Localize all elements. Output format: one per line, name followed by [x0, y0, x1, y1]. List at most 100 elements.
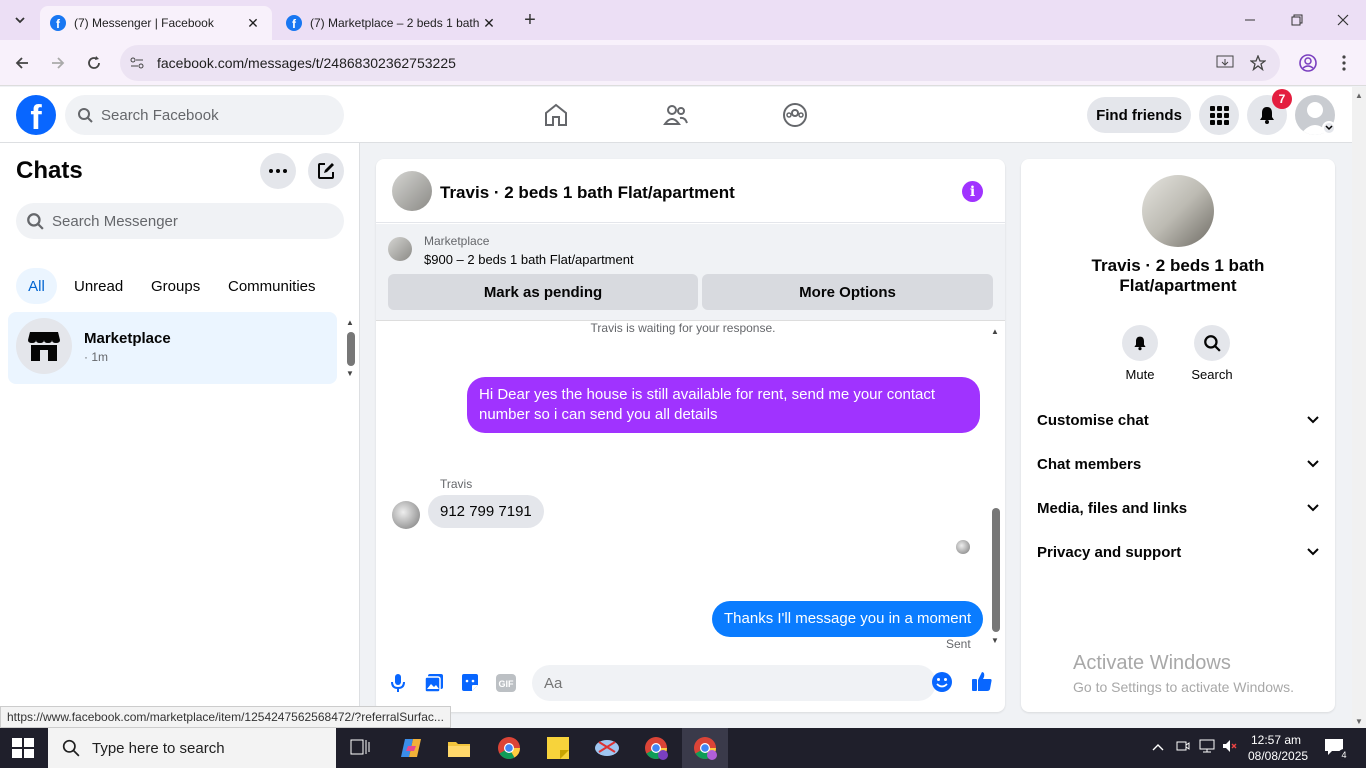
groups-icon[interactable]	[781, 101, 809, 129]
facebook-logo-icon[interactable]: f	[16, 95, 56, 135]
privacy-support-accordion[interactable]: Privacy and support	[1037, 530, 1319, 574]
restore-window-icon[interactable]	[1285, 8, 1309, 32]
filter-groups[interactable]: Groups	[141, 268, 210, 304]
photo-gallery-icon[interactable]	[422, 671, 446, 695]
mute-action[interactable]: Mute	[1110, 325, 1170, 382]
home-icon[interactable]	[542, 101, 570, 129]
message-bubble-outgoing[interactable]: Thanks I'll message you in a moment	[712, 601, 984, 637]
volume-muted-icon[interactable]	[1222, 739, 1238, 756]
conversation-title[interactable]: Travis · 2 beds 1 bath Flat/apartment	[440, 183, 735, 203]
url-bar[interactable]: facebook.com/messages/t/2486830236275322…	[120, 45, 1280, 81]
chevron-down-icon	[1307, 504, 1319, 512]
messenger-search-input[interactable]: Search Messenger	[16, 203, 344, 239]
listing-price-title[interactable]: $900 – 2 beds 1 bath Flat/apartment	[424, 252, 634, 267]
system-clock[interactable]: 12:57 am 08/08/2025	[1248, 732, 1309, 764]
chat-members-accordion[interactable]: Chat members	[1037, 442, 1319, 486]
sticker-icon[interactable]	[458, 671, 482, 695]
install-app-icon[interactable]	[1214, 52, 1236, 74]
reload-icon[interactable]	[83, 52, 105, 74]
browser-tab-bar: f (7) Messenger | Facebook ✕ f (7) Marke…	[0, 0, 1366, 40]
message-bubble-incoming[interactable]: 912 799 7191	[428, 495, 544, 528]
tab-title: (7) Messenger | Facebook	[74, 16, 214, 30]
copilot-icon[interactable]	[397, 734, 425, 762]
search-icon	[27, 213, 44, 230]
facebook-search-placeholder: Search Facebook	[101, 106, 219, 124]
mark-as-pending-button[interactable]: Mark as pending	[388, 274, 698, 310]
taskbar-search-box[interactable]: Type here to search	[48, 728, 336, 768]
mute-bell-icon	[1122, 325, 1158, 361]
show-hidden-icons-chevron-up-icon[interactable]	[1152, 739, 1164, 754]
facebook-search-input[interactable]: Search Facebook	[65, 95, 344, 135]
windows-taskbar: Type here to search 12:57 am 08/08/2025	[0, 728, 1366, 768]
page-scrollbar[interactable]: ▲ ▼	[1352, 87, 1366, 728]
meet-now-icon[interactable]	[1176, 739, 1190, 756]
browser-menu-icon[interactable]	[1333, 52, 1355, 74]
emoji-icon[interactable]	[930, 670, 954, 694]
facebook-favicon-icon: f	[50, 15, 66, 31]
tab-search-icon[interactable]	[8, 8, 32, 32]
chrome-profile-icon[interactable]	[642, 734, 670, 762]
sticky-notes-icon[interactable]	[544, 734, 572, 762]
account-chevron-down-icon[interactable]	[1322, 121, 1336, 135]
gif-icon[interactable]: GIF	[494, 671, 518, 695]
microphone-icon[interactable]	[386, 671, 410, 695]
friends-icon[interactable]	[662, 101, 690, 129]
conversation-info-icon[interactable]: i	[962, 181, 983, 202]
message-input[interactable]	[532, 665, 936, 701]
profile-icon[interactable]	[1297, 52, 1319, 74]
new-tab-icon[interactable]: +	[518, 8, 542, 32]
forward-arrow-icon[interactable]	[47, 52, 69, 74]
sender-avatar[interactable]	[392, 501, 420, 529]
url-text: facebook.com/messages/t/2486830236275322…	[157, 55, 456, 71]
minimize-window-icon[interactable]	[1238, 8, 1262, 32]
conversation-avatar[interactable]	[392, 171, 432, 211]
search-in-conversation-action[interactable]: Search	[1182, 325, 1242, 382]
chat-options-ellipsis-icon[interactable]	[260, 153, 296, 189]
clock-date: 08/08/2025	[1248, 749, 1309, 763]
chrome-icon[interactable]	[495, 734, 523, 762]
listing-thumbnail[interactable]	[388, 237, 412, 261]
thumbs-up-like-icon[interactable]	[970, 669, 994, 693]
file-explorer-icon[interactable]	[445, 734, 473, 762]
windows-start-icon[interactable]	[12, 738, 34, 758]
find-friends-button[interactable]: Find friends	[1087, 97, 1191, 133]
read-receipt-avatar	[956, 540, 970, 554]
clock-time: 12:57 am	[1250, 733, 1302, 747]
chat-list-scrollbar[interactable]: ▲ ▼	[346, 318, 355, 378]
chat-list-item[interactable]: Marketplace · 1m	[8, 312, 337, 384]
conversation-panel: Travis · 2 beds 1 bath Flat/apartment i …	[376, 159, 1005, 712]
conversation-details-panel: Travis · 2 beds 1 bath Flat/apartment Mu…	[1021, 159, 1335, 712]
more-options-button[interactable]: More Options	[702, 274, 993, 310]
conversation-scrollbar[interactable]: ▲ ▼	[991, 327, 1001, 645]
chrome-active-icon[interactable]	[691, 734, 719, 762]
customise-chat-accordion[interactable]: Customise chat	[1037, 398, 1319, 442]
tab-marketplace[interactable]: f (7) Marketplace – 2 beds 1 bath ✕	[276, 6, 508, 40]
search-label: Search	[1191, 367, 1233, 382]
snipping-tool-icon[interactable]	[593, 734, 621, 762]
facebook-header: f Search Facebook Find friends 7	[0, 87, 1352, 143]
close-tab-icon[interactable]: ✕	[244, 15, 262, 32]
site-info-icon[interactable]	[129, 55, 145, 76]
network-icon[interactable]	[1199, 739, 1215, 756]
filter-all[interactable]: All	[16, 268, 57, 304]
conversation-header: Travis · 2 beds 1 bath Flat/apartment i	[376, 159, 1005, 223]
back-arrow-icon[interactable]	[11, 52, 33, 74]
task-view-icon[interactable]	[346, 734, 374, 762]
close-tab-icon[interactable]: ✕	[480, 15, 498, 32]
media-files-links-accordion[interactable]: Media, files and links	[1037, 486, 1319, 530]
message-text-field[interactable]	[544, 674, 904, 692]
notification-count-badge: 4	[1338, 749, 1350, 761]
notification-badge: 7	[1272, 89, 1292, 109]
chat-name: Marketplace	[84, 330, 171, 347]
tab-messenger[interactable]: f (7) Messenger | Facebook ✕	[40, 6, 272, 40]
conversation-large-avatar[interactable]	[1142, 175, 1214, 247]
filter-unread[interactable]: Unread	[64, 268, 133, 304]
menu-grid-icon[interactable]	[1199, 95, 1239, 135]
filter-communities[interactable]: Communities	[218, 268, 326, 304]
close-window-icon[interactable]	[1331, 8, 1355, 32]
details-conversation-name: Travis · 2 beds 1 bath Flat/apartment	[1091, 256, 1265, 295]
message-bubble-outgoing[interactable]: Hi Dear yes the house is still available…	[467, 377, 980, 433]
marketplace-listing-banner: Marketplace $900 – 2 beds 1 bath Flat/ap…	[376, 224, 1005, 321]
bookmark-star-icon[interactable]	[1247, 52, 1269, 74]
new-message-compose-icon[interactable]	[308, 153, 344, 189]
